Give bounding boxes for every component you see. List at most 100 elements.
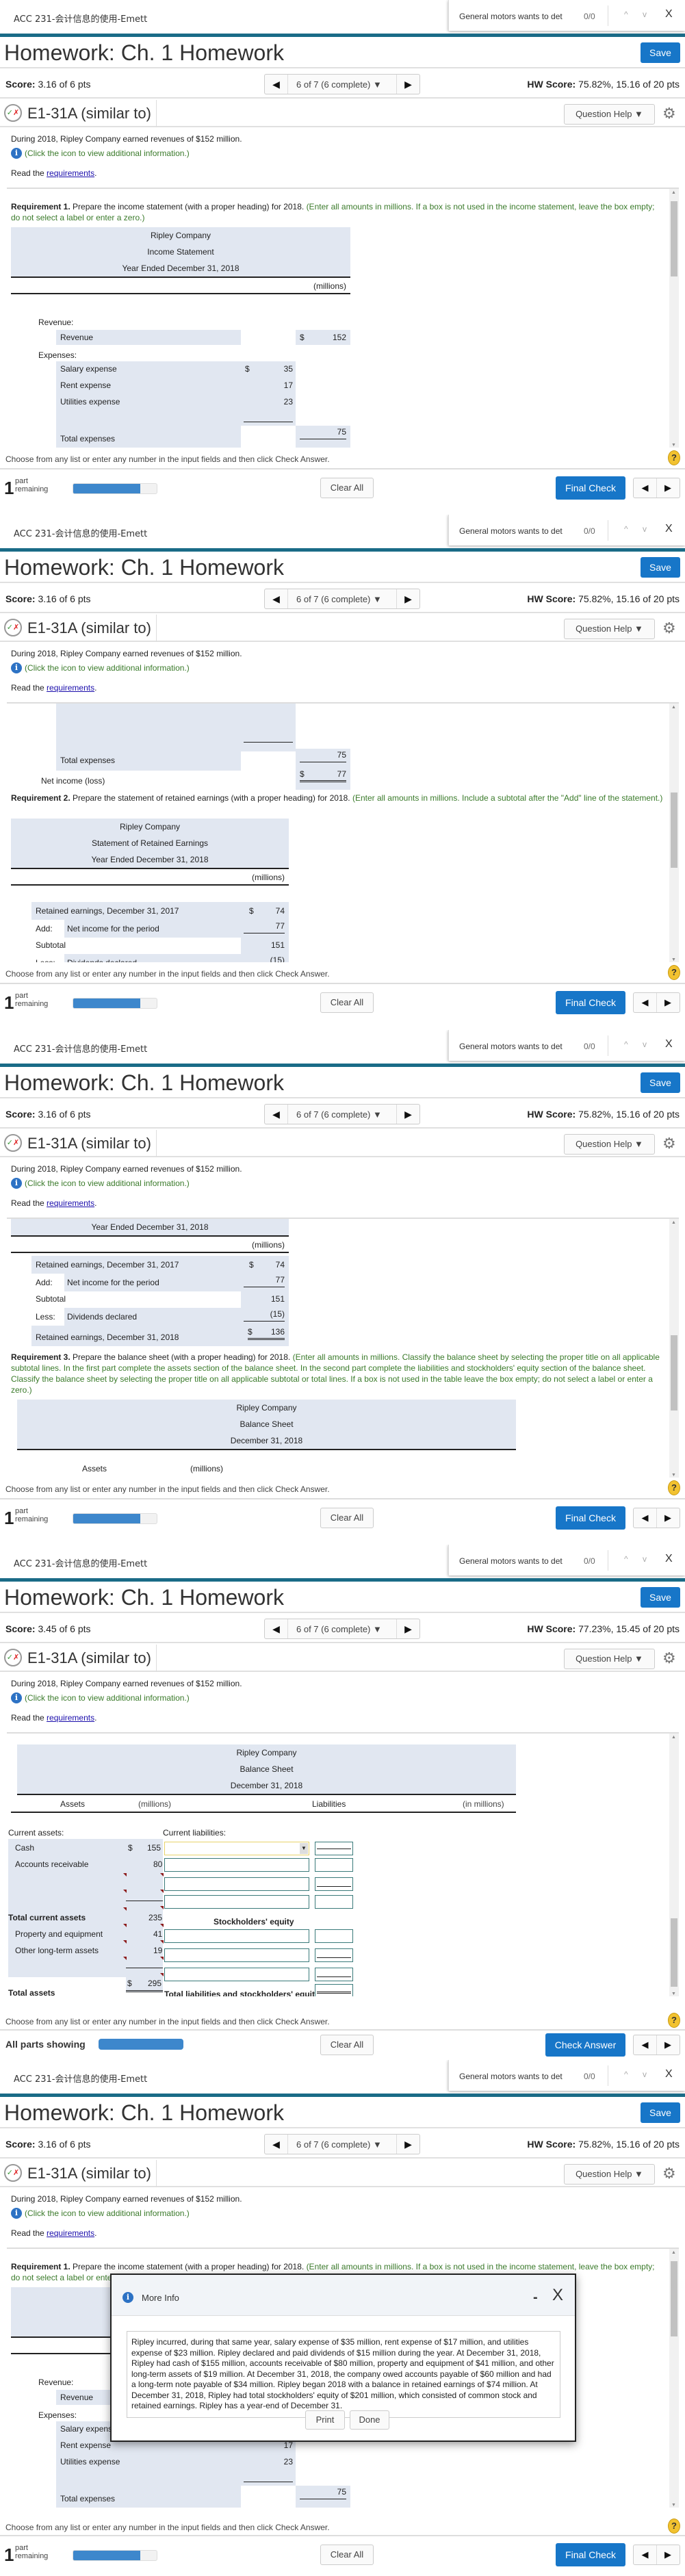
prev-question-icon[interactable]: ◀ [634,478,657,498]
re-less-label[interactable]: Dividends declared [67,1312,137,1322]
expense-label[interactable]: Utilities expense [60,2457,120,2466]
check-answer-button[interactable]: Check Answer [545,2033,625,2057]
find-close-icon[interactable]: X [665,1038,673,1051]
info-icon[interactable]: i [11,662,22,673]
scroll-up-icon[interactable]: ▲ [671,2250,676,2255]
expense-value[interactable]: 17 [284,381,293,390]
subtotal-value[interactable]: 151 [271,1294,285,1304]
total-expenses-value[interactable]: 75 [300,750,346,762]
save-button[interactable]: Save [641,557,680,578]
find-prev-icon[interactable]: ^ [624,524,628,534]
equity-label-select[interactable] [164,1968,309,1981]
scrollbar-thumb[interactable] [671,1918,677,1987]
next-question-icon[interactable]: ▶ [396,589,419,608]
prev-question-icon[interactable]: ◀ [265,1105,288,1124]
final-check-button[interactable]: Final Check [556,1506,625,1530]
scroll-up-icon[interactable]: ▲ [671,1735,676,1740]
next-question-icon[interactable]: ▶ [656,478,680,498]
equity-label-select[interactable] [164,1948,309,1962]
re-beginning-label[interactable]: Retained earnings, December 31, 2017 [36,906,179,916]
re-beginning-value[interactable]: 74 [276,1260,285,1270]
find-next-icon[interactable]: v [643,1040,647,1049]
help-icon[interactable]: ? [668,2519,680,2534]
prev-question-icon[interactable]: ◀ [634,2035,657,2055]
clear-all-button[interactable]: Clear All [320,992,374,1013]
ar-label[interactable]: Accounts receivable [15,1859,88,1869]
total-current-assets-value[interactable]: 235 [148,1913,162,1922]
expense-label[interactable]: Rent expense [60,2440,111,2450]
question-selector[interactable]: 6 of 7 (6 complete) ▼ [296,1109,382,1120]
vertical-scrollbar[interactable]: ▲ ▼ [669,1734,679,1996]
re-beginning-value[interactable]: 74 [276,906,285,916]
scrollbar-thumb[interactable] [671,2261,677,2336]
close-icon[interactable]: X [552,2286,563,2305]
scrollbar-thumb[interactable] [671,201,677,276]
cash-label[interactable]: Cash [15,1843,34,1853]
total-current-assets-label[interactable]: Total current assets [8,1913,86,1922]
scroll-down-icon[interactable]: ▼ [671,1992,676,1996]
requirements-link[interactable]: requirements [47,168,94,178]
equity-amount-input[interactable] [315,1929,353,1943]
cash-value[interactable]: 155 [147,1843,161,1853]
ppe-label[interactable]: Property and equipment [15,1929,103,1939]
expense-label[interactable]: Rent expense [60,381,111,390]
question-help-button[interactable]: Question Help ▼ [564,2164,655,2185]
done-button[interactable]: Done [350,2410,389,2430]
scroll-up-icon[interactable]: ▲ [671,190,676,195]
save-button[interactable]: Save [641,1072,680,1093]
scrollbar-thumb[interactable] [671,793,677,868]
next-question-icon[interactable]: ▶ [396,1105,419,1124]
next-question-icon[interactable]: ▶ [396,2135,419,2154]
find-input[interactable]: General motors wants to det [459,1042,563,1051]
help-icon[interactable]: ? [668,450,680,465]
clear-all-button[interactable]: Clear All [320,2545,374,2565]
question-help-button[interactable]: Question Help ▼ [564,1649,655,1669]
find-close-icon[interactable]: X [665,523,673,535]
question-help-button[interactable]: Question Help ▼ [564,1134,655,1155]
total-expenses-value[interactable]: 75 [300,427,346,439]
total-expenses-label[interactable]: Total expenses [60,434,115,443]
next-question-icon[interactable]: ▶ [396,1619,419,1638]
gear-icon[interactable]: ⚙ [662,1135,676,1152]
re-add-value[interactable]: 77 [244,1275,285,1287]
prev-question-icon[interactable]: ◀ [265,1619,288,1638]
info-icon[interactable]: i [11,1178,22,1189]
find-input[interactable]: General motors wants to det [459,12,563,21]
final-check-button[interactable]: Final Check [556,2543,625,2566]
liability-amount-input[interactable] [315,1895,353,1909]
find-prev-icon[interactable]: ^ [624,1040,628,1049]
prev-question-icon[interactable]: ◀ [265,75,288,94]
equity-amount-input[interactable] [315,1968,353,1981]
find-close-icon[interactable]: X [665,2068,673,2081]
expense-value[interactable]: 17 [284,2440,293,2450]
print-button[interactable]: Print [305,2410,345,2430]
next-question-icon[interactable]: ▶ [656,993,680,1012]
expense-value[interactable]: 23 [284,2457,293,2466]
dropdown-arrow-icon[interactable]: ▼ [300,1843,308,1854]
scrollbar-thumb[interactable] [671,1335,677,1411]
final-check-button[interactable]: Final Check [556,476,625,500]
find-close-icon[interactable]: X [665,8,673,21]
net-income-label[interactable]: Net income (loss) [41,776,105,786]
save-button[interactable]: Save [641,42,680,63]
find-prev-icon[interactable]: ^ [624,2070,628,2079]
gear-icon[interactable]: ⚙ [662,2165,676,2182]
expense-label[interactable]: Salary expense [60,364,117,374]
equity-label-select[interactable] [164,1929,309,1943]
clear-all-button[interactable]: Clear All [320,478,374,498]
liability-amount-input[interactable] [315,1858,353,1872]
total-expenses-value[interactable]: 75 [300,2487,346,2499]
info-icon[interactable]: i [11,2208,22,2219]
liability-label-select[interactable] [164,1858,309,1872]
liability-label-select[interactable]: ▼ [164,1842,309,1855]
re-less-label[interactable]: Dividends declared [67,958,137,962]
find-input[interactable]: General motors wants to det [459,526,563,536]
scroll-down-icon[interactable]: ▼ [671,957,676,962]
liability-amount-input[interactable] [315,1842,353,1855]
minimize-icon[interactable]: - [533,2290,538,2306]
clear-all-button[interactable]: Clear All [320,1508,374,1528]
help-icon[interactable]: ? [668,965,680,980]
scroll-down-icon[interactable]: ▼ [671,2503,676,2508]
total-expenses-label[interactable]: Total expenses [60,2494,115,2503]
question-help-button[interactable]: Question Help ▼ [564,619,655,639]
